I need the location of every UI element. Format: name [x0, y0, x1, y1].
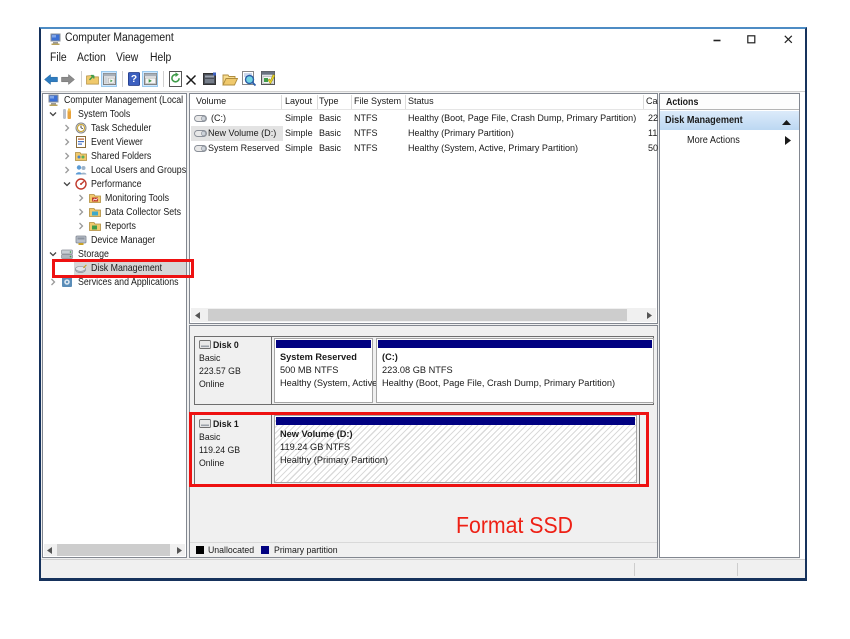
svg-text:?: ? — [131, 74, 137, 85]
